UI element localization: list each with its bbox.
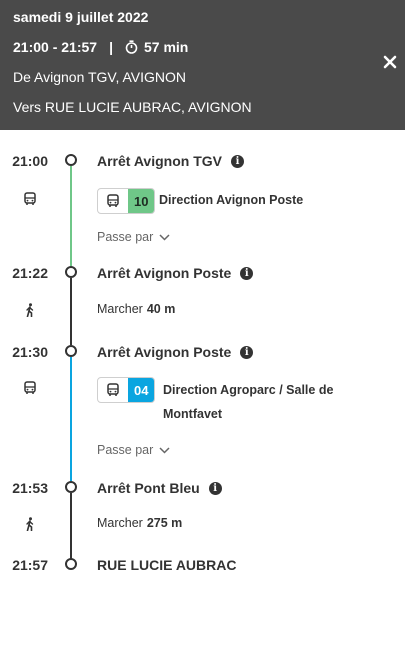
timeline-node: [65, 154, 77, 166]
timeline-node: [65, 558, 77, 570]
trip-separator: |: [109, 39, 113, 55]
destination-name: RUE LUCIE AUBRAC: [97, 557, 236, 573]
timeline-segment-line-10: [70, 166, 72, 266]
walk-label: Marcher: [97, 516, 143, 530]
chevron-down-icon: [159, 233, 170, 241]
passe-par-toggle[interactable]: Passe par: [97, 230, 170, 244]
passe-par-toggle[interactable]: Passe par: [97, 443, 170, 457]
bus-direction: Direction Avignon Poste: [159, 193, 304, 207]
timeline-node: [65, 266, 77, 278]
stop-name: Arrêt Avignon Poste i: [97, 265, 254, 281]
walk-distance: 275 m: [146, 516, 183, 530]
line-number: 10: [128, 189, 155, 213]
walk-instruction: Marcher 40 m: [97, 302, 175, 316]
timeline-node: [65, 345, 77, 357]
trip-time-range: 21:00 - 21:57: [13, 39, 98, 55]
trip-date: samedi 9 juillet 2022: [13, 9, 149, 25]
walk-label: Marcher: [97, 302, 143, 316]
stop-name: Arrêt Pont Bleu i: [97, 480, 222, 496]
stop-name: Arrêt Avignon TGV i: [97, 153, 244, 169]
line-number: 04: [128, 378, 155, 402]
trip-destination: Vers RUE LUCIE AUBRAC, AVIGNON: [13, 99, 252, 115]
step-time: 21:57: [12, 557, 48, 573]
bus-icon: [98, 189, 128, 213]
info-icon[interactable]: i: [208, 481, 222, 495]
stop-label: RUE LUCIE AUBRAC: [97, 557, 237, 573]
timeline-node: [65, 481, 77, 493]
walk-distance: 40 m: [146, 302, 176, 316]
bus-icon: [23, 192, 37, 206]
timeline-segment-line-04: [70, 357, 72, 481]
bus-direction-line-1: Direction Agroparc / Salle de: [163, 383, 334, 397]
info-icon[interactable]: i: [240, 345, 254, 359]
trip-duration: 57 min: [143, 39, 189, 55]
bus-direction: Direction Agroparc / Salle de Montfavet: [163, 378, 333, 426]
line-badge-04[interactable]: 04: [97, 377, 156, 403]
bus-direction-line-2: Montfavet: [163, 407, 223, 421]
step-time: 21:53: [12, 480, 48, 496]
passe-par-label: Passe par: [97, 230, 154, 244]
line-badge-10[interactable]: 10: [97, 188, 156, 214]
stop-label: Arrêt Pont Bleu: [97, 480, 200, 496]
stop-label: Arrêt Avignon Poste: [97, 265, 232, 281]
info-icon[interactable]: i: [230, 154, 244, 168]
step-time: 21:22: [12, 265, 48, 281]
bus-icon: [98, 378, 128, 402]
timer-icon: [125, 40, 138, 54]
walk-instruction: Marcher 275 m: [97, 516, 182, 530]
timeline-segment-walk-1: [70, 278, 72, 345]
chevron-down-icon: [159, 446, 170, 454]
stop-label: Arrêt Avignon Poste: [97, 344, 232, 360]
close-icon[interactable]: [380, 52, 400, 72]
walk-icon: [23, 303, 37, 318]
step-time: 21:30: [12, 344, 48, 360]
step-time: 21:00: [12, 153, 48, 169]
trip-summary-header: samedi 9 juillet 2022 21:00 - 21:57 | 57…: [0, 0, 405, 130]
walk-icon: [23, 517, 37, 532]
info-icon[interactable]: i: [240, 266, 254, 280]
stop-label: Arrêt Avignon TGV: [97, 153, 222, 169]
trip-time-row: 21:00 - 21:57 | 57 min: [13, 39, 188, 55]
passe-par-label: Passe par: [97, 443, 154, 457]
stop-name: Arrêt Avignon Poste i: [97, 344, 254, 360]
timeline-segment-walk-2: [70, 493, 72, 559]
bus-icon: [23, 381, 37, 395]
trip-origin: De Avignon TGV, AVIGNON: [13, 69, 187, 85]
